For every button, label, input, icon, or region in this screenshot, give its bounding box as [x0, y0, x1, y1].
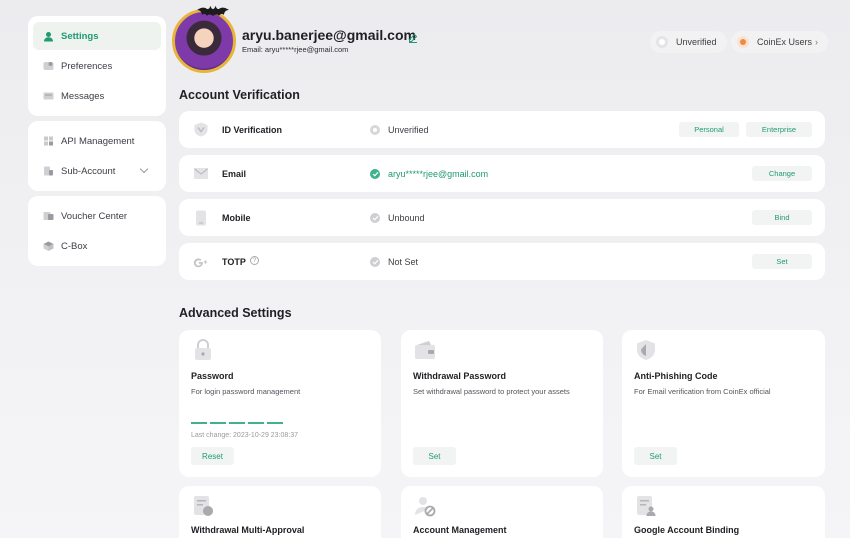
status-text: Unverified [388, 124, 429, 135]
edit-icon[interactable] [408, 30, 418, 43]
voucher-icon [43, 211, 54, 221]
last-change-text: Last change: 2023-10-29 23:08:37 [191, 432, 299, 439]
lock-icon [191, 338, 215, 362]
row-label: TOTP [222, 256, 246, 267]
chevron-down-icon[interactable] [139, 164, 149, 174]
sidebar-item-label: C-Box [61, 240, 88, 252]
google-binding-icon [634, 494, 658, 518]
user-icon [43, 31, 54, 41]
sidebar-item-sub-account[interactable]: Sub-Account [33, 157, 161, 185]
multi-approval-icon [191, 494, 215, 518]
set-anti-phishing-button[interactable]: Set [634, 447, 677, 465]
status-verified-icon [370, 168, 380, 179]
sidebar-item-api-management[interactable]: API Management [33, 127, 161, 155]
row-status: aryu*****rjee@gmail.com [370, 168, 489, 179]
row-label: Email [222, 168, 247, 179]
preferences-icon [43, 61, 54, 71]
advanced-card-withdrawal-password: Withdrawal Password Set withdrawal passw… [401, 330, 603, 477]
user-name: aryu.banerjee@gmail.com [242, 27, 416, 43]
card-description: For login password management [191, 387, 301, 396]
advanced-card-password: Password For login password management L… [179, 330, 381, 477]
status-text: aryu*****rjee@gmail.com [388, 168, 489, 179]
row-status: Not Set [370, 256, 419, 267]
coinex-tier-icon [737, 36, 749, 48]
email-icon [193, 166, 209, 181]
id-icon [193, 122, 209, 137]
card-description: For Email verification from CoinEx offic… [634, 387, 771, 396]
sidebar-item-messages[interactable]: Messages [33, 82, 161, 110]
password-strength-bar [191, 422, 283, 424]
status-text: Not Set [388, 256, 419, 267]
verification-status-chip[interactable]: Unverified [650, 31, 727, 53]
verification-row-mobile: Mobile Unbound Bind [179, 199, 825, 236]
advanced-card-anti-phishing: Anti-Phishing Code For Email verificatio… [622, 330, 825, 477]
sidebar-item-label: Settings [61, 30, 99, 42]
sidebar-group-rewards: Voucher Center C-Box [28, 196, 166, 266]
sidebar-item-cbox[interactable]: C-Box [33, 232, 161, 260]
chevron-right-icon: › [815, 37, 819, 47]
card-description: Set withdrawal password to protect your … [413, 387, 570, 396]
sidebar-item-label: Messages [61, 90, 105, 102]
chip-label: Unverified [676, 37, 717, 47]
sidebar-item-label: Sub-Account [61, 165, 116, 177]
sidebar-item-preferences[interactable]: Preferences [33, 52, 161, 80]
sidebar-group-api: API Management Sub-Account [28, 121, 166, 191]
account-management-icon [413, 494, 437, 518]
bat-icon [196, 5, 230, 26]
card-title: Withdrawal Multi-Approval [191, 525, 305, 535]
verification-row-id: ID Verification Unverified Personal Ente… [179, 111, 825, 148]
bind-mobile-button[interactable]: Bind [752, 210, 812, 225]
advanced-card-account-management: Account Management [401, 486, 603, 538]
row-status: Unbound [370, 212, 425, 223]
status-unverified-icon [370, 124, 380, 135]
change-email-button[interactable]: Change [752, 166, 812, 181]
sidebar-item-label: API Management [61, 135, 135, 147]
section-title-account-verification: Account Verification [179, 88, 300, 102]
sidebar-item-label: Voucher Center [61, 210, 128, 222]
verification-row-totp: TOTP ? Not Set Set [179, 243, 825, 280]
card-title: Google Account Binding [634, 525, 740, 535]
sidebar-item-voucher-center[interactable]: Voucher Center [33, 202, 161, 230]
shield-icon [634, 338, 658, 362]
wallet-icon [413, 338, 437, 362]
sub-account-icon [43, 166, 54, 176]
row-status: Unverified [370, 124, 429, 135]
user-email: Email: aryu*****rjee@gmail.com [242, 45, 349, 54]
personal-verification-button[interactable]: Personal [679, 122, 739, 137]
card-title: Withdrawal Password [413, 371, 506, 381]
enterprise-verification-button[interactable]: Enterprise [746, 122, 812, 137]
card-title: Anti-Phishing Code [634, 371, 718, 381]
help-icon[interactable]: ? [250, 256, 259, 265]
mobile-icon [193, 210, 209, 225]
sidebar-item-settings[interactable]: Settings [33, 22, 161, 50]
status-unverified-icon [370, 212, 380, 223]
advanced-card-google-binding: Google Account Binding [622, 486, 825, 538]
message-icon [43, 91, 54, 101]
unverified-icon [656, 36, 668, 48]
row-label: ID Verification [222, 124, 283, 135]
chip-label: CoinEx Users [757, 37, 813, 47]
row-label: Mobile [222, 212, 251, 223]
status-unverified-icon [370, 256, 380, 267]
section-title-advanced-settings: Advanced Settings [179, 306, 292, 320]
card-title: Password [191, 371, 234, 381]
google-authenticator-icon [193, 254, 209, 269]
set-totp-button[interactable]: Set [752, 254, 812, 269]
advanced-card-withdrawal-multi-approval: Withdrawal Multi-Approval [179, 486, 381, 538]
set-withdrawal-password-button[interactable]: Set [413, 447, 456, 465]
card-title: Account Management [413, 525, 507, 535]
api-icon [43, 136, 54, 146]
verification-row-email: Email aryu*****rjee@gmail.com Change [179, 155, 825, 192]
user-tier-chip[interactable]: CoinEx Users › [731, 31, 829, 53]
sidebar-item-label: Preferences [61, 60, 113, 72]
reset-password-button[interactable]: Reset [191, 447, 234, 465]
status-text: Unbound [388, 212, 425, 223]
sidebar-group-main: Settings Preferences Messages [28, 16, 166, 116]
cbox-icon [43, 241, 54, 251]
